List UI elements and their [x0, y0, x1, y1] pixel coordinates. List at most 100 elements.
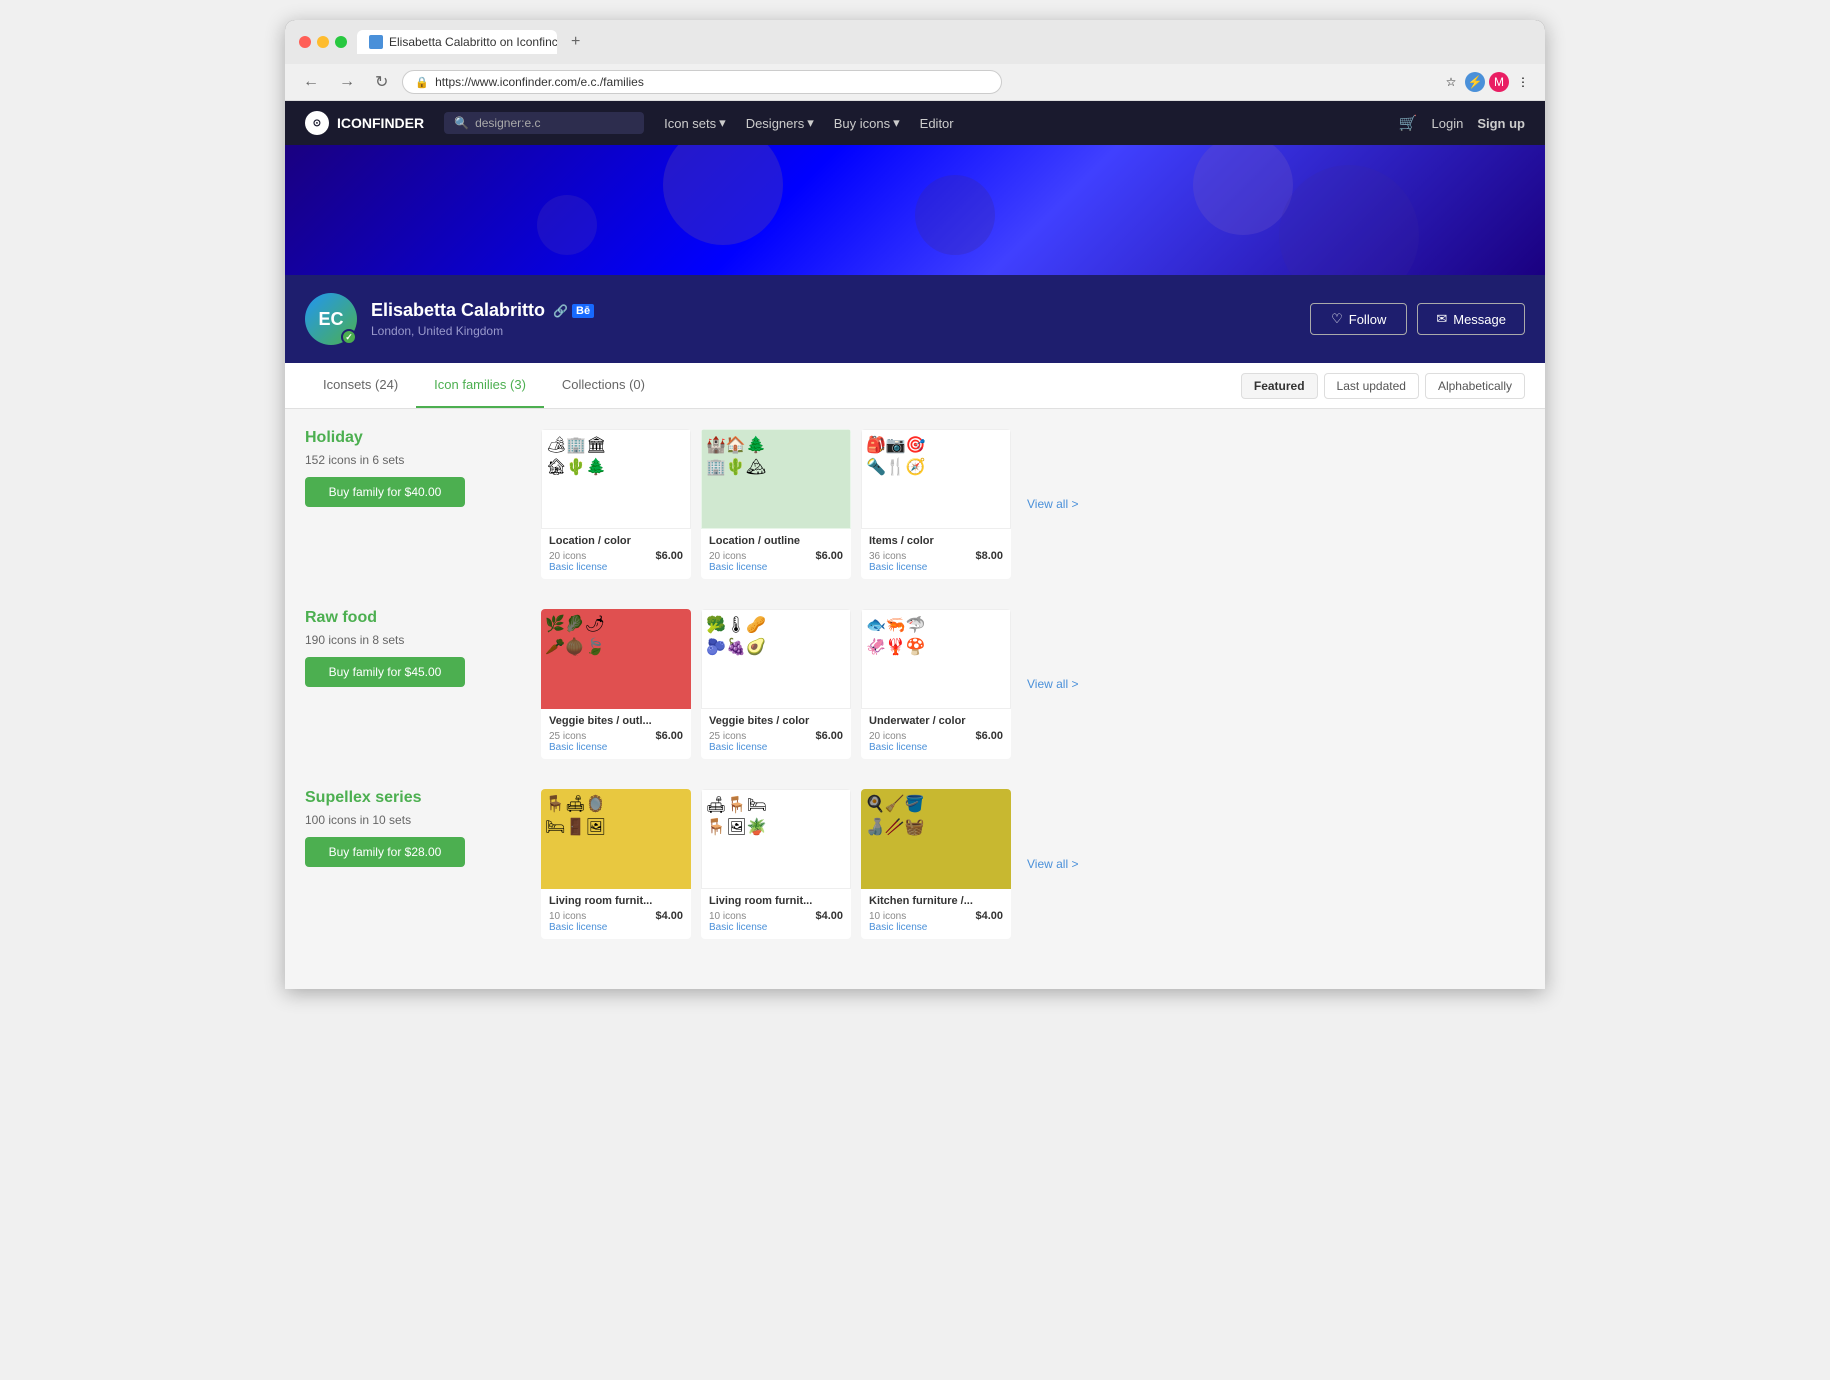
- logo-text[interactable]: ICONFINDER: [337, 115, 424, 131]
- icon-card-location-color-preview[interactable]: 🏕 🏢 🏛 🏚 🌵 🌲: [541, 429, 691, 529]
- tab-bar: Elisabetta Calabritto on Iconfinc... ✕ +: [357, 30, 1531, 54]
- nav-buy-icons[interactable]: Buy icons ▾: [834, 115, 900, 131]
- icon-card-living-room-2-preview[interactable]: 🛋 🪑 🛏 🪑 🖼 🪴: [701, 789, 851, 889]
- profile-info: Elisabetta Calabritto 🔗 Bē London, Unite…: [371, 300, 1310, 338]
- verified-badge: ✓: [341, 329, 357, 345]
- cart-icon[interactable]: 🛒: [1399, 114, 1418, 132]
- icon-card-name: Items / color: [869, 535, 1003, 547]
- icon-cell: 🥢: [885, 816, 905, 839]
- extensions-icon[interactable]: ⚡: [1465, 72, 1485, 92]
- icon-cell: 🧹: [885, 793, 905, 816]
- sort-featured-button[interactable]: Featured: [1241, 373, 1318, 399]
- icon-count: 36 icons: [869, 551, 906, 562]
- tab-title: Elisabetta Calabritto on Iconfinc...: [389, 35, 557, 49]
- family-holiday: Holiday 152 icons in 6 sets Buy family f…: [305, 429, 1525, 579]
- address-bar[interactable]: 🔒 https://www.iconfinder.com/e.c./famili…: [402, 70, 1002, 94]
- forward-button[interactable]: →: [333, 71, 361, 93]
- tab-iconsets[interactable]: Iconsets (24): [305, 363, 416, 408]
- icon-price: $6.00: [655, 730, 683, 742]
- icon-price: $4.00: [655, 910, 683, 922]
- minimize-window-button[interactable]: [317, 36, 329, 48]
- icon-card-underwater-color-preview[interactable]: 🐟 🦐 🦈 🦑 🦞 🍄: [861, 609, 1011, 709]
- profile-icon[interactable]: M: [1489, 72, 1509, 92]
- icon-card-sub: 20 icons $6.00: [709, 550, 843, 562]
- icon-count: 10 icons: [549, 911, 586, 922]
- icon-card-location-outline-info: Location / outline 20 icons $6.00 Basic …: [701, 529, 851, 579]
- family-holiday-row: Holiday 152 icons in 6 sets Buy family f…: [305, 429, 1525, 579]
- icon-cell: 🧭: [906, 456, 926, 478]
- icon-cell: 🍳: [865, 793, 885, 816]
- profile-name-text: Elisabetta Calabritto: [371, 300, 545, 321]
- follow-label: Follow: [1349, 312, 1387, 327]
- icon-cell: 🧺: [905, 816, 925, 839]
- icon-cell: 🖼: [586, 816, 606, 839]
- nav-editor[interactable]: Editor: [920, 115, 954, 131]
- refresh-button[interactable]: ↻: [369, 70, 394, 94]
- icon-cell: 🥬: [565, 613, 585, 636]
- icon-license: Basic license: [549, 562, 683, 573]
- sort-last-updated-button[interactable]: Last updated: [1324, 373, 1419, 399]
- bookmark-icon[interactable]: ☆: [1441, 72, 1461, 92]
- nav-search-box[interactable]: 🔍 designer:e.c: [444, 112, 644, 134]
- icon-card-veggie-color-preview[interactable]: 🥦 🌡 🥜 🫐 🍇 🥑: [701, 609, 851, 709]
- icon-cell: 🛏: [747, 794, 767, 816]
- icon-card-location-outline-preview[interactable]: 🏰 🏠 🌲 🏢 🌵 🏔: [701, 429, 851, 529]
- tab-collections[interactable]: Collections (0): [544, 363, 663, 408]
- sort-alphabetically-button[interactable]: Alphabetically: [1425, 373, 1525, 399]
- icon-cell: 🛋: [565, 793, 585, 816]
- back-button[interactable]: ←: [297, 71, 325, 93]
- profile-actions: ♡ Follow ✉ Message: [1310, 303, 1525, 335]
- follow-button[interactable]: ♡ Follow: [1310, 303, 1407, 335]
- close-window-button[interactable]: [299, 36, 311, 48]
- maximize-window-button[interactable]: [335, 36, 347, 48]
- active-tab[interactable]: Elisabetta Calabritto on Iconfinc... ✕: [357, 30, 557, 54]
- logo-icon: ⊙: [305, 111, 329, 135]
- icon-card-veggie-outline: 🌿 🥬 🌶 🥕 🧅 🍃 Veggie bites / outl...: [541, 609, 691, 759]
- new-tab-button[interactable]: +: [565, 31, 586, 53]
- icon-count: 10 icons: [709, 911, 746, 922]
- icon-license: Basic license: [709, 562, 843, 573]
- search-icon: 🔍: [454, 116, 469, 130]
- search-input[interactable]: designer:e.c: [475, 116, 540, 130]
- icon-card-veggie-color: 🥦 🌡 🥜 🫐 🍇 🥑 Veggie bites / color: [701, 609, 851, 759]
- family-holiday-meta: 152 icons in 6 sets: [305, 453, 525, 467]
- family-holiday-view-all[interactable]: View all >: [1021, 491, 1084, 517]
- family-holiday-sets: 🏕 🏢 🏛 🏚 🌵 🌲 Location / color: [541, 429, 1525, 579]
- tab-icon-families[interactable]: Icon families (3): [416, 363, 544, 408]
- family-supellex-view-all[interactable]: View all >: [1021, 851, 1084, 877]
- icon-card-items-color-preview[interactable]: 🎒 📷 🎯 🔦 🍴 🧭: [861, 429, 1011, 529]
- main-content: Holiday 152 icons in 6 sets Buy family f…: [285, 409, 1545, 989]
- icon-card-veggie-outline-preview[interactable]: 🌿 🥬 🌶 🥕 🧅 🍃: [541, 609, 691, 709]
- family-supellex: Supellex series 100 icons in 10 sets Buy…: [305, 789, 1525, 939]
- avatar-initials: EC: [318, 309, 343, 330]
- family-raw-food-view-all[interactable]: View all >: [1021, 671, 1084, 697]
- login-link[interactable]: Login: [1432, 116, 1464, 131]
- tab-iconsets-label: Iconsets (24): [323, 377, 398, 392]
- more-icon[interactable]: ⋮: [1513, 72, 1533, 92]
- family-supellex-buy-button[interactable]: Buy family for $28.00: [305, 837, 465, 867]
- icon-card-kitchen-furniture-preview[interactable]: 🍳 🧹 🪣 🍶 🥢 🧺: [861, 789, 1011, 889]
- nav-designers[interactable]: Designers ▾: [746, 115, 814, 131]
- icon-license: Basic license: [869, 922, 1003, 933]
- icon-card-living-room-1-preview[interactable]: 🪑 🛋 🪞 🛏 🚪 🖼: [541, 789, 691, 889]
- profile-tabs: Iconsets (24) Icon families (3) Collecti…: [285, 363, 1545, 409]
- icon-card-kitchen-furniture-info: Kitchen furniture /... 10 icons $4.00 Ba…: [861, 889, 1011, 939]
- signup-link[interactable]: Sign up: [1477, 116, 1525, 131]
- icon-cell: 🥑: [746, 636, 766, 658]
- family-supellex-row: Supellex series 100 icons in 10 sets Buy…: [305, 789, 1525, 939]
- icon-cell: 📷: [886, 434, 906, 456]
- icon-cell: 🍶: [865, 816, 885, 839]
- browser-toolbar-icons: ☆ ⚡ M ⋮: [1441, 72, 1533, 92]
- nav-designers-label: Designers: [746, 116, 805, 131]
- family-holiday-buy-button[interactable]: Buy family for $40.00: [305, 477, 465, 507]
- behance-icon[interactable]: Bē: [572, 304, 594, 318]
- family-holiday-info: Holiday 152 icons in 6 sets Buy family f…: [305, 429, 525, 579]
- link-icon[interactable]: 🔗: [553, 304, 568, 318]
- nav-links: Icon sets ▾ Designers ▾ Buy icons ▾ Edit…: [664, 115, 954, 131]
- family-raw-food-buy-button[interactable]: Buy family for $45.00: [305, 657, 465, 687]
- family-raw-food-name: Raw food: [305, 609, 525, 627]
- icon-cell: 🍄: [906, 636, 926, 658]
- icon-license: Basic license: [549, 922, 683, 933]
- message-button[interactable]: ✉ Message: [1417, 303, 1525, 335]
- nav-icon-sets[interactable]: Icon sets ▾: [664, 115, 726, 131]
